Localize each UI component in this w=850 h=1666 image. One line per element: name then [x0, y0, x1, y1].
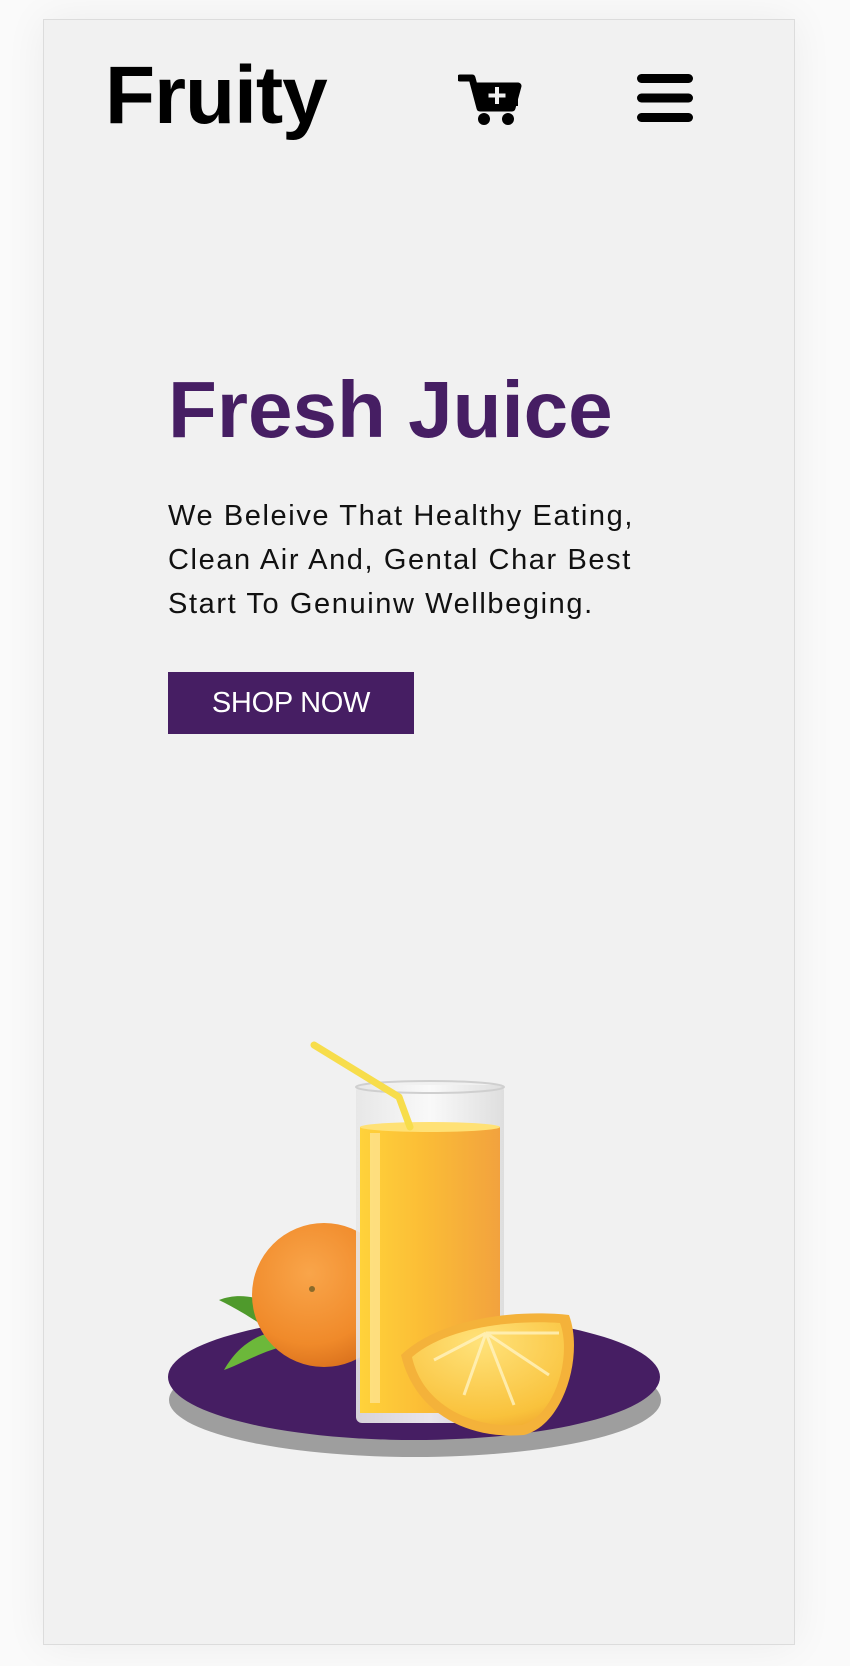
logo[interactable]: Fruity — [105, 55, 328, 137]
page-frame: Fruity Fresh Juice We Beleive That Healt… — [43, 19, 795, 1645]
shop-now-button[interactable]: SHOP NOW — [168, 672, 414, 734]
cart-plus-icon — [456, 74, 522, 125]
hero-description: We Beleive That Healthy Eating, Clean Ai… — [168, 500, 635, 620]
hero-title: Fresh Juice — [168, 365, 613, 454]
site-header: Fruity — [44, 20, 794, 200]
hamburger-menu-icon — [637, 74, 693, 122]
juice-product-image — [168, 1041, 661, 1457]
menu-button[interactable] — [637, 74, 693, 122]
hero-section: Fresh Juice We Beleive That Healthy Eati… — [168, 370, 688, 626]
cart-button[interactable] — [456, 72, 522, 128]
